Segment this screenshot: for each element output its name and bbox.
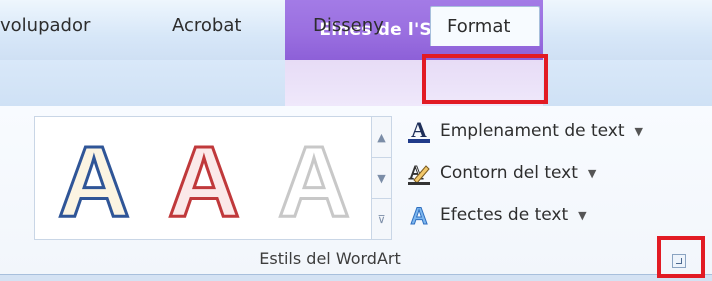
svg-text:A: A [58, 132, 130, 228]
text-effects-icon: A [406, 202, 432, 229]
tab-acrobat-label: Acrobat [172, 15, 242, 36]
svg-text:A: A [168, 132, 240, 228]
dropdown-arrow-icon: ▼ [634, 124, 644, 138]
text-outline-button[interactable]: A Contorn del text ▼ [406, 156, 596, 190]
wordart-a-blue-icon: A [56, 132, 131, 228]
tab-developer[interactable]: volupador [0, 6, 90, 46]
tab-format[interactable]: Format [430, 6, 540, 46]
text-fill-button[interactable]: A Emplenament de text ▼ [406, 114, 643, 148]
dropdown-arrow-icon: ▼ [587, 166, 597, 180]
svg-text:A: A [411, 118, 427, 142]
chevron-down-icon: ▼ [377, 171, 386, 185]
chevron-up-icon: ▲ [377, 130, 386, 144]
dropdown-arrow-icon: ▼ [578, 208, 587, 222]
wordart-style-blue-outline[interactable]: A [49, 125, 139, 235]
expand-gallery-icon: ⊽ [377, 213, 386, 226]
tab-format-label: Format [447, 16, 511, 37]
group-label-wordart-styles: Estils del WordArt [259, 249, 401, 268]
tab-design-label: Disseny [313, 15, 384, 36]
tab-acrobat[interactable]: Acrobat [172, 6, 241, 46]
wordart-style-red-outline[interactable]: A [159, 125, 249, 235]
wordart-styles-gallery[interactable]: A A A [34, 116, 372, 240]
text-effects-button[interactable]: A Efectes de text ▼ [406, 198, 587, 232]
tab-design[interactable]: Disseny [313, 6, 384, 46]
wordart-style-white-outline[interactable]: A [269, 125, 359, 235]
text-fill-icon: A [406, 118, 432, 144]
tab-developer-label: volupador [0, 15, 91, 36]
text-effects-label: Efectes de text [440, 205, 569, 225]
text-outline-icon: A [406, 160, 432, 186]
wordart-a-white-icon: A [276, 132, 351, 228]
gallery-scroll-down-button[interactable]: ▼ [372, 158, 391, 199]
gallery-more-button[interactable]: ⊽ [372, 199, 391, 240]
gallery-scrollbar[interactable]: ▲ ▼ ⊽ [372, 116, 392, 240]
ribbon-tab-strip [0, 60, 712, 107]
svg-text:A: A [278, 132, 350, 228]
dialog-launcher-highlight [657, 236, 705, 278]
format-tab-highlight [422, 54, 548, 104]
gallery-scroll-up-button[interactable]: ▲ [372, 117, 391, 158]
text-fill-label: Emplenament de text [440, 121, 625, 141]
text-outline-label: Contorn del text [440, 163, 578, 183]
svg-text:A: A [410, 203, 427, 228]
wordart-a-red-icon: A [166, 132, 241, 228]
